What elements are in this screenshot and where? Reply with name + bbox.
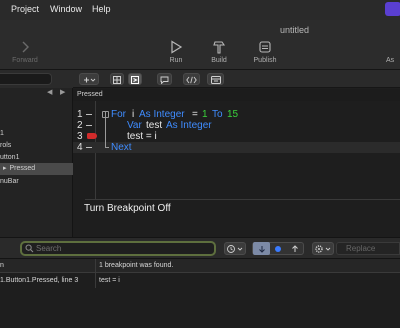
menu-window[interactable]: Window — [50, 4, 82, 14]
run-label: Run — [169, 57, 183, 64]
menu-project[interactable]: Project — [11, 4, 39, 14]
add-menu-button[interactable] — [79, 73, 99, 85]
navigator-filter-field[interactable] — [0, 73, 52, 85]
sidebar-item-menubar[interactable]: nuBar — [0, 176, 73, 188]
line-number: 2 — [77, 120, 83, 131]
hammer-icon — [213, 41, 226, 54]
operator-token: = — [192, 109, 198, 120]
window-icon — [210, 76, 221, 84]
line-number: 4 — [77, 142, 83, 153]
results-summary: 1 breakpoint was found. — [99, 262, 174, 269]
breakpoint-marker-icon[interactable] — [87, 133, 97, 139]
play-icon — [171, 40, 183, 54]
navigator-sidebar: ◀ ▶ 1 rols utton1 ▸ Pressed nuBar — [0, 70, 73, 237]
identifier-token: test — [146, 120, 163, 131]
code-line-3[interactable]: 3 test = i — [73, 131, 400, 142]
keyword-token: As Integer — [139, 109, 185, 120]
grid-icon — [113, 76, 121, 84]
chevron-right-icon — [22, 41, 29, 53]
layout-view-button[interactable] — [110, 73, 124, 85]
run-button[interactable]: Run — [159, 40, 193, 64]
publish-button[interactable]: Publish — [248, 40, 282, 64]
window-layout-button[interactable] — [207, 73, 224, 85]
line-number: 1 — [77, 109, 83, 120]
code-tags-button[interactable] — [183, 73, 200, 85]
keyword-token: To — [212, 109, 223, 120]
code-view-button[interactable] — [128, 73, 142, 85]
window-title: untitled — [280, 25, 310, 35]
forward-button[interactable]: Forward — [8, 40, 42, 64]
code-line-1[interactable]: 1 For i As Integer = 1 To 15 — [73, 109, 400, 120]
forward-label: Forward — [12, 57, 38, 64]
toolbar-overflow-button[interactable]: As — [386, 40, 400, 64]
comment-button[interactable] — [157, 73, 172, 85]
keyword-token: Var — [127, 120, 142, 131]
search-icon — [25, 244, 34, 253]
breakpoint-slot[interactable] — [86, 125, 92, 126]
editor-breadcrumb: Pressed — [73, 89, 400, 101]
search-input[interactable] — [36, 243, 206, 254]
down-arrow-icon — [259, 246, 265, 253]
publish-icon — [259, 41, 271, 53]
toolbar-overflow-label: As — [386, 57, 395, 64]
gear-icon — [315, 245, 331, 253]
sidebar-item-pressed[interactable]: ▸ Pressed — [0, 163, 73, 175]
sidebar-item-label: Pressed — [9, 165, 36, 172]
keyword-token: For — [111, 109, 126, 120]
sidebar-item[interactable]: 1 — [0, 128, 73, 140]
number-token: 15 — [227, 109, 239, 120]
editor-toolbar — [73, 70, 400, 88]
nav-forward-icon[interactable]: ▶ — [60, 88, 65, 96]
search-options-button[interactable] — [312, 242, 334, 255]
breakpoint-slot[interactable] — [86, 147, 92, 148]
results-column-divider — [95, 259, 96, 288]
nav-back-icon[interactable]: ◀ — [47, 88, 52, 96]
build-label: Build — [211, 57, 227, 64]
fold-guide-line — [105, 111, 106, 147]
keyword-token: As Integer — [166, 120, 212, 131]
app-status-icon[interactable] — [385, 2, 400, 16]
sidebar-item-controls[interactable]: rols — [0, 140, 73, 152]
turn-breakpoint-off-menu-item[interactable]: Turn Breakpoint Off — [84, 203, 171, 214]
number-token: 1 — [202, 109, 208, 120]
code-line-2[interactable]: 2 Var test As Integer — [73, 120, 400, 131]
result-code: test = i — [99, 277, 120, 284]
navigator-filter-bar — [0, 70, 73, 88]
plus-chevron-icon — [84, 77, 96, 83]
find-bar: Replace — [0, 237, 400, 259]
fold-guide-end — [105, 147, 109, 148]
code-view-icon — [131, 76, 139, 84]
window-toolbar: untitled Forward Run Build Publish As — [0, 20, 400, 70]
code-line-4[interactable]: 4 Next — [73, 142, 400, 153]
result-location: 1.Button1.Pressed, line 3 — [0, 277, 79, 284]
context-menu-divider — [85, 199, 400, 200]
search-history-button[interactable] — [224, 242, 246, 255]
results-header: n 1 breakpoint was found. — [0, 259, 400, 273]
build-button[interactable]: Build — [202, 40, 236, 64]
code-text: test = i — [127, 131, 157, 142]
code-tags-icon — [186, 76, 197, 84]
result-row[interactable]: 1.Button1.Pressed, line 3 test = i — [0, 274, 400, 288]
code-editor[interactable]: 1 For i As Integer = 1 To 15 2 Var test … — [73, 101, 400, 237]
speech-bubble-icon — [160, 76, 169, 84]
line-number: 3 — [77, 131, 83, 142]
identifier-token: i — [132, 109, 135, 120]
publish-label: Publish — [253, 57, 277, 64]
menu-help[interactable]: Help — [92, 4, 111, 14]
clock-chevron-icon — [227, 245, 243, 253]
search-field[interactable] — [20, 241, 216, 256]
results-location-header: n — [0, 262, 4, 269]
find-results: n 1 breakpoint was found. 1.Button1.Pres… — [0, 259, 400, 328]
search-scope-control — [252, 242, 304, 255]
up-arrow-icon[interactable] — [291, 245, 299, 253]
menu-bar: Project Window Help — [0, 0, 400, 20]
replace-field[interactable]: Replace — [336, 242, 400, 255]
scope-dot-icon[interactable] — [275, 246, 281, 252]
breakpoint-slot[interactable] — [86, 114, 92, 115]
keyword-token: Next — [111, 142, 132, 153]
